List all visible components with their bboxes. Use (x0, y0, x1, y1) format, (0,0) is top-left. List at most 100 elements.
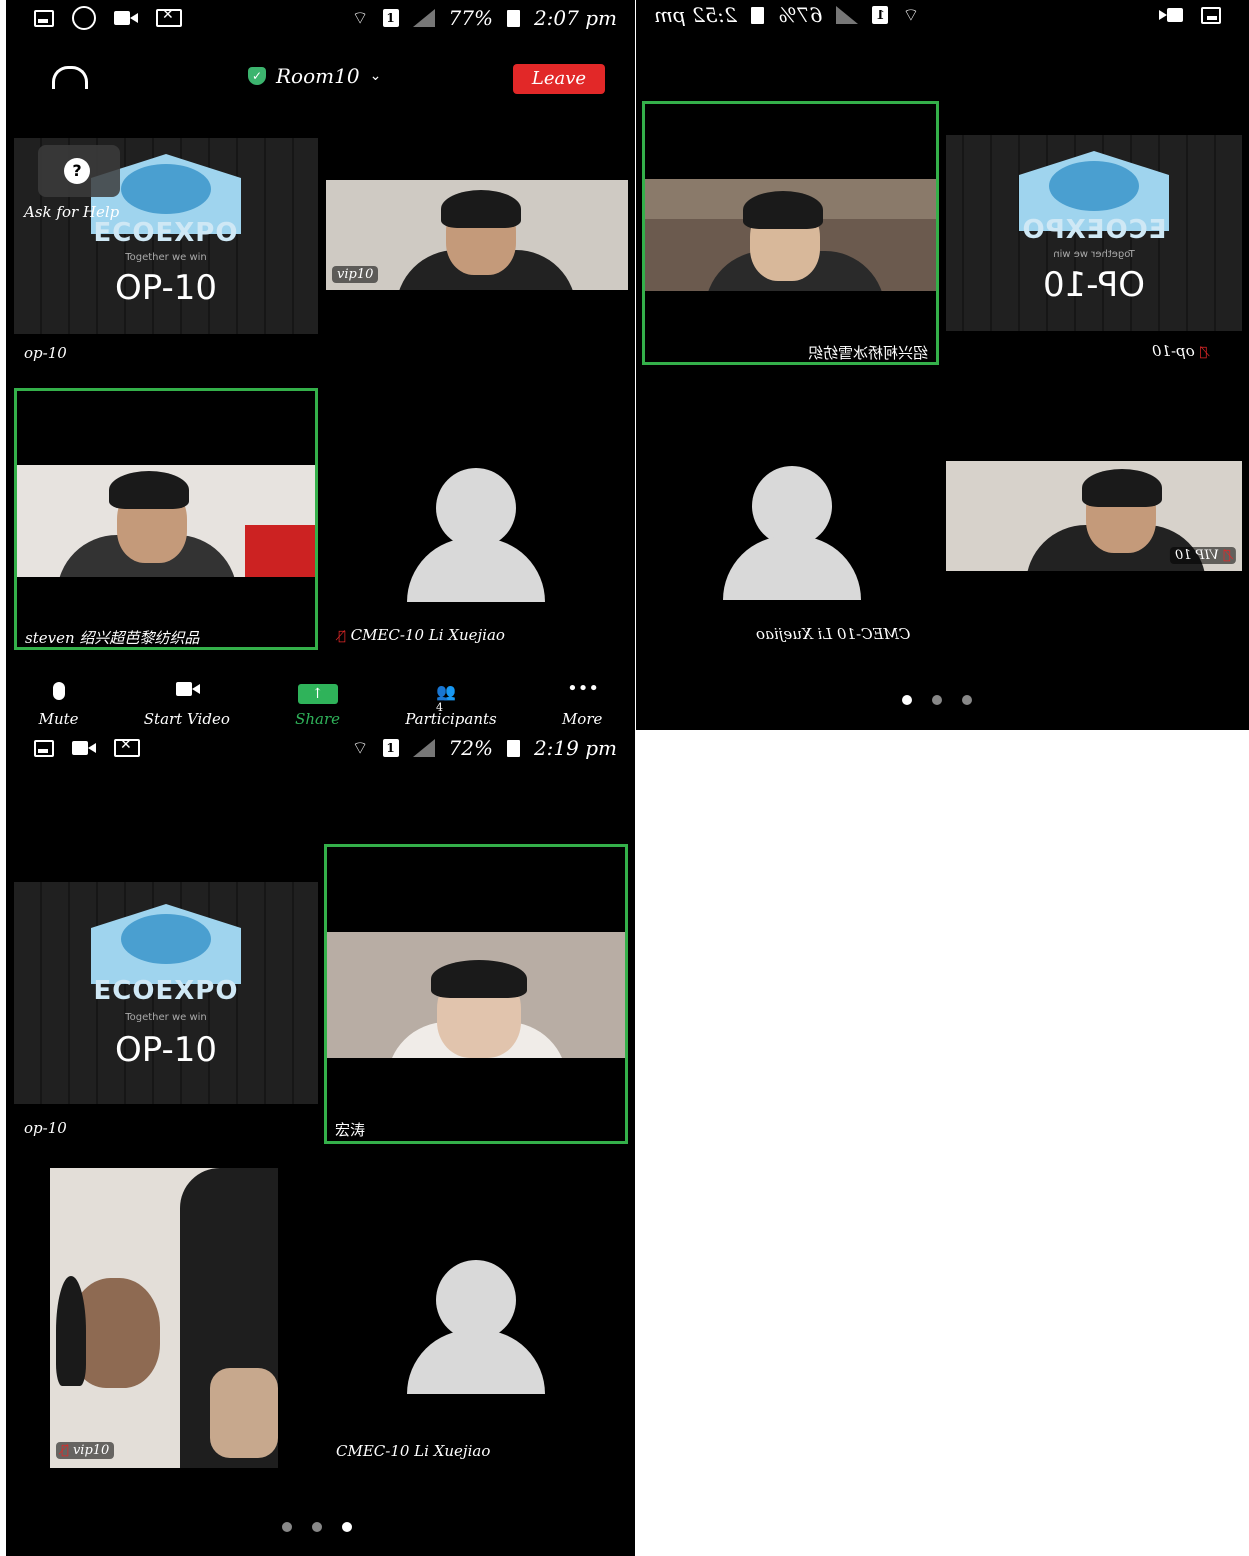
participant-name: 绍兴柯桥冰雪纺织 (807, 344, 928, 362)
participant-name: CMEC-10 Li Xuejiao (336, 1442, 491, 1460)
battery-percent: 77% (448, 6, 493, 30)
logo-op: OP-10 (114, 268, 218, 308)
participant-tile-op10[interactable]: ECOEXPO Together we win OP-10 (946, 135, 1242, 331)
avatar-placeholder (406, 468, 546, 602)
page-indicator (282, 1522, 352, 1532)
signal-icon (412, 9, 435, 27)
status-bar: ⌔ 1 72% 2:19 pm (6, 730, 635, 766)
meeting-screen-3: ⌔ 1 72% 2:19 pm ECOEXPO Together we win … (6, 730, 635, 1556)
whatsapp-notification-icon (72, 6, 96, 30)
wifi-icon: ⌔ (351, 737, 369, 759)
mute-button[interactable]: Mute (39, 682, 79, 728)
microphone-icon (52, 682, 65, 700)
participant-name: op-10 (24, 1119, 67, 1137)
mail-notification-icon (156, 7, 182, 27)
start-video-label: Start Video (143, 710, 230, 728)
more-dots-icon: ••• (567, 678, 600, 699)
sim-icon: 1 (872, 6, 889, 24)
clock: 2:52 pm (654, 3, 738, 27)
help-label: Ask for Help (24, 203, 120, 221)
logo-title: ECOEXPO (93, 976, 239, 1006)
video-notification-icon (114, 11, 138, 25)
participant-video-vip10[interactable]: 🎙̸ vip10 (50, 1168, 278, 1468)
participants-count: 4 (435, 701, 443, 714)
participant-name-row: 🎙̸ vip10 (56, 1442, 115, 1459)
mail-notification-icon (114, 737, 140, 757)
participant-tile-hongtao[interactable]: 宏涛 (324, 844, 628, 1144)
video-off-icon (175, 682, 200, 696)
signal-icon (412, 739, 435, 757)
video-notification-icon (72, 741, 96, 755)
participant-tile-op10[interactable]: ECOEXPO Together we win OP-10 (14, 882, 318, 1104)
participant-video-vip10[interactable]: vip10 (326, 180, 628, 290)
participant-name: 宏涛 (335, 1121, 366, 1139)
globe-logo-icon (91, 904, 241, 984)
avatar-placeholder (406, 1260, 546, 1394)
leave-button[interactable]: Leave (513, 64, 605, 94)
participants-label: Participants (405, 710, 497, 728)
participant-video-vip10[interactable]: 🎙̸ VIP 10 (946, 461, 1242, 571)
mic-muted-icon: 🎙̸ (1199, 345, 1208, 360)
participants-icon: 👥 (435, 682, 456, 701)
logo-op: OP-10 (1042, 265, 1146, 305)
participants-button[interactable]: 👥 4 Participants (405, 682, 497, 728)
gallery-notification-icon (1201, 6, 1221, 24)
chevron-down-icon: ⌄ (369, 68, 382, 84)
room-selector[interactable]: ✓ Room10 ⌄ (248, 64, 381, 88)
meeting-top-bar: ✓ Room10 ⌄ Leave (6, 58, 635, 100)
page-dot[interactable] (902, 695, 912, 705)
participant-tile-steven[interactable]: steven 绍兴超芭黎纺织品 (14, 388, 318, 650)
page-indicator (902, 695, 972, 705)
battery-percent: 72% (448, 736, 493, 760)
logo-title: ECOEXPO (1021, 215, 1167, 245)
battery-icon (506, 9, 520, 27)
participant-name: CMEC-10 Li Xuejiao (350, 626, 505, 644)
participant-name: op-10 (1152, 342, 1195, 360)
page-dot[interactable] (342, 1522, 352, 1532)
participant-name-row: 🎙̸ CMEC-10 Li Xuejiao (338, 626, 505, 644)
battery-icon (751, 6, 765, 24)
participant-name: op-10 (24, 344, 67, 362)
participant-video-steven (17, 465, 315, 577)
participant-name: VIP 10 (1175, 548, 1220, 563)
participant-name-row: 🎙̸ VIP 10 (1170, 547, 1236, 564)
mic-muted-icon: 🎙̸ (1223, 548, 1231, 563)
participant-video (327, 932, 625, 1058)
gallery-notification-icon (34, 739, 54, 757)
participant-name: CMEC-10 Li Xuejiao (756, 625, 911, 643)
meeting-screen-2: ⌔ 1 67% 2:52 pm 绍兴柯桥冰雪纺织 ECOEXPO Togethe… (636, 0, 1249, 730)
mute-label: Mute (38, 710, 79, 728)
wifi-icon: ⌔ (902, 4, 920, 26)
participant-tile-shaoxing-keqiao[interactable]: 绍兴柯桥冰雪纺织 (642, 101, 939, 365)
sim-icon: 1 (382, 739, 399, 757)
sim-icon: 1 (382, 9, 399, 27)
logo-tagline: Together we win (125, 252, 207, 263)
start-video-button[interactable]: Start Video (144, 682, 230, 728)
video-notification-icon (1159, 8, 1183, 22)
status-bar: ⌔ 1 77% 2:07 pm (6, 0, 635, 36)
shield-icon: ✓ (248, 67, 266, 85)
more-label: More (561, 710, 603, 728)
ask-for-help-button[interactable]: ? (38, 145, 120, 197)
participant-name: steven 绍兴超芭黎纺织品 (25, 629, 200, 647)
clock: 2:07 pm (533, 6, 617, 30)
room-name: Room10 (276, 64, 360, 88)
share-button[interactable]: ↑ Share (295, 684, 340, 728)
mic-muted-icon: 🎙̸ (338, 629, 346, 644)
more-button[interactable]: ••• More (561, 678, 603, 729)
page-dot[interactable] (932, 695, 942, 705)
wifi-icon: ⌔ (351, 7, 369, 29)
battery-percent: 67% (778, 3, 823, 27)
page-dot[interactable] (282, 1522, 292, 1532)
clock: 2:19 pm (533, 736, 617, 760)
mic-muted-icon: 🎙̸ (61, 1443, 69, 1458)
gallery-notification-icon (34, 9, 54, 27)
page-dot[interactable] (962, 695, 972, 705)
meeting-screen-1: ⌔ 1 77% 2:07 pm ✓ Room10 ⌄ Leave ECOEXPO… (6, 0, 635, 730)
page-dot[interactable] (312, 1522, 322, 1532)
participant-video (645, 179, 936, 291)
status-bar: ⌔ 1 67% 2:52 pm (636, 0, 1249, 30)
logo-tagline: Together we win (1053, 249, 1135, 260)
audio-headset-icon[interactable] (52, 66, 88, 89)
battery-icon (506, 739, 520, 757)
